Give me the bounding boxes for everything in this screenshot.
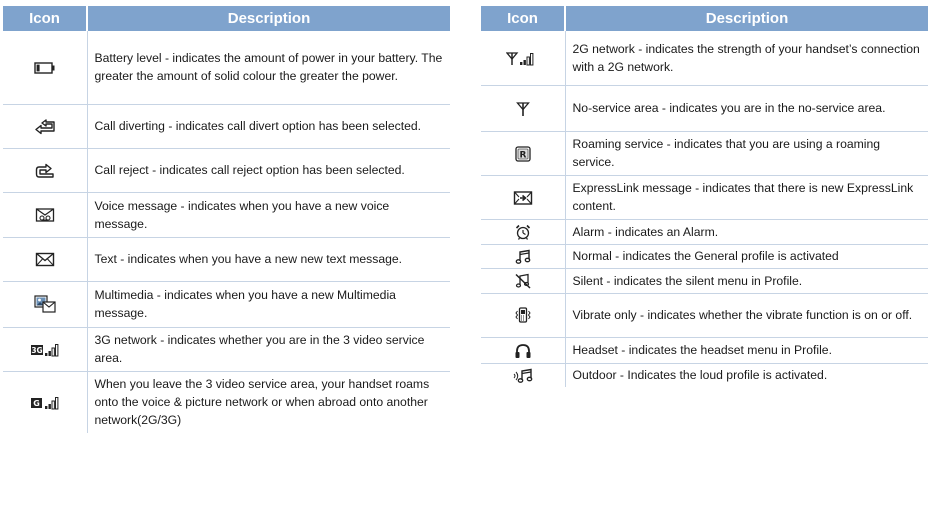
2g-signal-icon xyxy=(505,51,540,67)
row-description: Headset - indicates the headset menu in … xyxy=(565,337,928,364)
row-description: When you leave the 3 video service area,… xyxy=(94,377,430,428)
row-description: Outdoor - Indicates the loud profile is … xyxy=(572,368,828,383)
table-row: Alarm - indicates an Alarm. xyxy=(481,219,928,245)
icon-table-right: Icon Description 2G network - indicates … xyxy=(481,6,928,387)
voice-message-icon xyxy=(35,207,55,223)
row-description: Call reject - indicates call reject opti… xyxy=(87,148,450,193)
svg-text:R: R xyxy=(519,150,526,160)
table-row: Silent - indicates the silent menu in Pr… xyxy=(481,268,928,294)
table-row: Call reject - indicates call reject opti… xyxy=(3,148,450,193)
table-row: G When you leave the 3 video service are… xyxy=(3,371,450,433)
table-row: 3G 3G network - indicates whether you ar… xyxy=(3,327,450,372)
call-divert-icon xyxy=(34,119,56,135)
icon-table-left: Icon Description Battery level - indicat… xyxy=(3,6,450,433)
row-description: 3G network - indicates whether you are i… xyxy=(87,327,450,372)
table-row: Battery level - indicates the amount of … xyxy=(3,31,450,105)
table-row: R Roaming service - indicates that you a… xyxy=(481,131,928,176)
table-row: Normal - indicates the General profile i… xyxy=(481,244,928,269)
antenna-icon xyxy=(515,101,530,117)
outdoor-loud-icon xyxy=(512,368,534,384)
silent-icon xyxy=(515,273,531,289)
row-description: Multimedia - indicates when you have a n… xyxy=(87,281,450,328)
expresslink-icon xyxy=(513,190,533,206)
3g-signal-icon: 3G xyxy=(30,342,60,358)
row-description: 2G network - indicates the strength of y… xyxy=(565,31,928,86)
row-description: Text - indicates when you have a new new… xyxy=(87,237,450,282)
envelope-icon xyxy=(35,252,55,267)
header-icon: Icon xyxy=(3,6,88,31)
row-description: Normal - indicates the General profile i… xyxy=(565,244,928,269)
roaming-icon: R xyxy=(515,146,531,162)
g-signal-icon: G xyxy=(30,395,60,411)
table-row: Text - indicates when you have a new new… xyxy=(3,237,450,282)
row-description: Voice message - indicates when you have … xyxy=(87,192,450,238)
row-description: No-service area - indicates you are in t… xyxy=(565,85,928,132)
header-icon: Icon xyxy=(481,6,566,31)
table-row: Call diverting - indicates call divert o… xyxy=(3,104,450,149)
battery-icon xyxy=(34,62,56,74)
table-row: 2G network - indicates the strength of y… xyxy=(481,31,928,86)
row-description: Call diverting - indicates call divert o… xyxy=(87,104,450,149)
table-row: No-service area - indicates you are in t… xyxy=(481,85,928,132)
multimedia-message-icon xyxy=(34,295,56,313)
table-row: Voice message - indicates when you have … xyxy=(3,192,450,238)
table-row: Vibrate only - indicates whether the vib… xyxy=(481,293,928,338)
alarm-clock-icon xyxy=(515,224,531,241)
table-row: Multimedia - indicates when you have a n… xyxy=(3,281,450,328)
row-description: Roaming service - indicates that you are… xyxy=(565,131,928,176)
header-description: Description xyxy=(565,6,928,31)
table-header-row: Icon Description xyxy=(481,6,928,31)
table-row: ExpressLink message - indicates that the… xyxy=(481,175,928,220)
header-description: Description xyxy=(87,6,450,31)
call-reject-icon xyxy=(35,163,55,179)
row-description: Vibrate only - indicates whether the vib… xyxy=(565,293,928,338)
table-row: Headset - indicates the headset menu in … xyxy=(481,337,928,364)
table-header-row: Icon Description xyxy=(3,6,450,31)
headset-icon xyxy=(514,343,532,359)
svg-text:3G: 3G xyxy=(31,346,42,355)
row-description: Silent - indicates the silent menu in Pr… xyxy=(565,268,928,294)
row-description: ExpressLink message - indicates that the… xyxy=(565,175,928,220)
row-description: Battery level - indicates the amount of … xyxy=(87,31,450,105)
table-row: Outdoor - Indicates the loud profile is … xyxy=(481,363,928,387)
row-description: Alarm - indicates an Alarm. xyxy=(565,219,928,245)
music-note-icon xyxy=(515,249,531,265)
vibrate-icon xyxy=(514,306,532,324)
svg-text:G: G xyxy=(33,399,40,408)
